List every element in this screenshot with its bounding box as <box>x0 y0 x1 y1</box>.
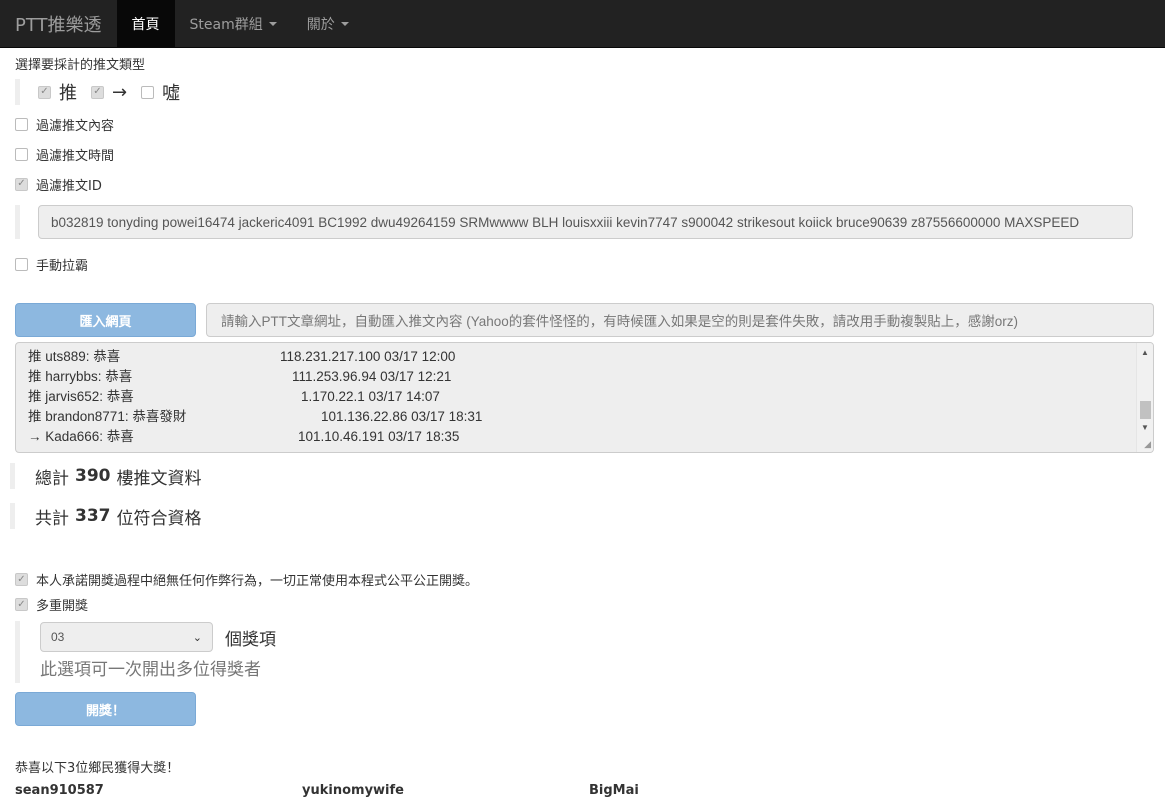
chevron-down-icon: ⌄ <box>192 631 202 644</box>
winner-name: yukinomywife <box>302 783 404 798</box>
filter-id-block: b032819 tonyding powei16474 jackeric4091… <box>15 205 1154 239</box>
multi-draw-row[interactable]: ✓ 多重開獎 <box>15 592 1154 617</box>
push-type-arrow[interactable]: ✓ → <box>91 82 127 103</box>
filter-content-label: 過濾推文內容 <box>36 118 115 134</box>
comment-meta: 1.170.22.1 03/17 14:07 <box>301 389 440 404</box>
brand-logo[interactable]: PTT推樂透 <box>0 0 117 47</box>
comments-textarea[interactable]: 推 uts889: 恭喜 118.231.217.100 03/17 12:00 推… <box>15 342 1154 453</box>
filter-id-checkbox[interactable]: ✓ <box>15 177 28 191</box>
total-count: 390 <box>75 466 111 486</box>
import-page-button[interactable]: 匯入網頁 <box>15 303 196 337</box>
winner-name: BigMai <box>589 783 639 798</box>
push-label: 推 <box>59 83 77 104</box>
pledge-row[interactable]: ✓ 本人承諾開獎過程中絕無任何作弊行為，一切正常使用本程式公平公正開獎。 <box>15 567 1154 592</box>
comment-text: 推 brandon8771: 恭喜發財 <box>28 409 187 424</box>
nav-about[interactable]: 關於 <box>292 0 364 47</box>
push-type-boo[interactable]: 噓 <box>141 79 180 105</box>
scroll-up-icon[interactable]: ▲ <box>1137 345 1153 359</box>
eligible-count-stat: 共計 337 位符合資格 <box>10 503 1154 529</box>
eligible-count: 337 <box>75 506 111 526</box>
multi-draw-checkbox[interactable]: ✓ <box>15 598 28 611</box>
nav-steam-group[interactable]: Steam群組 <box>175 0 292 47</box>
resize-handle-icon[interactable]: ◢ <box>1144 439 1151 450</box>
filter-id-label: 過濾推文ID <box>36 178 102 194</box>
caret-down-icon <box>340 21 349 26</box>
filter-id-row[interactable]: ✓ 過濾推文ID <box>15 169 1154 199</box>
manual-slot-row[interactable]: 手動拉霸 <box>15 249 1154 279</box>
pledge-checkbox[interactable]: ✓ <box>15 573 28 586</box>
scroll-down-icon[interactable]: ▼ <box>1137 420 1153 434</box>
nav-home-label: 首頁 <box>131 16 160 33</box>
manual-slot-label: 手動拉霸 <box>36 258 89 274</box>
import-row: 匯入網頁 請輸入PTT文章網址，自動匯入推文內容 (Yahoo的套件怪怪的，有時… <box>15 303 1154 337</box>
navbar: PTT推樂透 首頁 Steam群組 關於 <box>0 0 1165 48</box>
textarea-scrollbar[interactable]: ▲ ▼ <box>1136 343 1153 452</box>
arrow-checkbox[interactable]: ✓ <box>91 85 104 99</box>
filter-id-input[interactable]: b032819 tonyding powei16474 jackeric4091… <box>38 205 1133 239</box>
comment-line: → Kada666: 恭喜 101.10.46.191 03/17 18:35 <box>28 427 1133 447</box>
comment-meta: 118.231.217.100 03/17 12:00 <box>280 349 456 364</box>
filter-time-row[interactable]: 過濾推文時間 <box>15 139 1154 169</box>
comment-text: 推 harrybbs: 恭喜 <box>28 369 133 384</box>
draw-button[interactable]: 開獎！ <box>15 692 196 726</box>
nav-steam-label: Steam群組 <box>189 16 263 33</box>
boo-checkbox[interactable] <box>141 85 155 99</box>
comment-meta: 101.10.46.191 03/17 18:35 <box>298 429 460 444</box>
push-type-push[interactable]: ✓ 推 <box>38 79 77 105</box>
pledge-label: 本人承諾開獎過程中絕無任何作弊行為，一切正常使用本程式公平公正開獎。 <box>36 574 479 589</box>
multi-draw-block: 03 ⌄ 個獎項 此選項可一次開出多位得獎者 <box>15 621 1154 683</box>
nav-home[interactable]: 首頁 <box>116 0 175 47</box>
comment-meta: 101.136.22.86 03/17 18:31 <box>321 409 483 424</box>
manual-slot-checkbox[interactable] <box>15 257 28 271</box>
push-type-options: ✓ 推 ✓ → 噓 <box>15 79 1154 105</box>
comments-lines: 推 uts889: 恭喜 118.231.217.100 03/17 12:00 推… <box>28 347 1133 447</box>
arrow-label: → <box>112 81 128 103</box>
comment-line: 推 uts889: 恭喜 118.231.217.100 03/17 12:00 <box>28 347 1133 367</box>
comment-line: 推 harrybbs: 恭喜 111.253.96.94 03/17 12:21 <box>28 367 1133 387</box>
filter-time-checkbox[interactable] <box>15 147 28 161</box>
winner-name: sean910587 <box>15 783 104 798</box>
filter-content-row[interactable]: 過濾推文內容 <box>15 109 1154 139</box>
nav-about-label: 關於 <box>306 16 335 33</box>
boo-label: 噓 <box>162 83 181 104</box>
ptt-url-input[interactable]: 請輸入PTT文章網址，自動匯入推文內容 (Yahoo的套件怪怪的，有時候匯入如果… <box>206 303 1154 337</box>
main-content: 選擇要採計的推文類型 ✓ 推 ✓ → 噓 過濾推文內容 過濾推文時間 ✓ 過濾推文ID… <box>0 54 1165 798</box>
comment-line: 推 jarvis652: 恭喜 1.170.22.1 03/17 14:07 <box>28 387 1133 407</box>
push-type-label: 選擇要採計的推文類型 <box>15 58 146 73</box>
multi-draw-help: 此選項可一次開出多位得獎者 <box>40 660 261 680</box>
comment-text: 推 jarvis652: 恭喜 <box>28 389 134 404</box>
filter-content-checkbox[interactable] <box>15 117 28 131</box>
total-count-stat: 總計 390 樓推文資料 <box>10 463 1154 489</box>
congrats-message: 恭喜以下3位鄉民獲得大獎！ <box>15 761 180 776</box>
comment-text: → Kada666: 恭喜 <box>28 429 134 444</box>
prize-count-row: 03 ⌄ 個獎項 <box>40 621 1154 652</box>
prize-count-select[interactable]: 03 ⌄ <box>40 622 213 652</box>
comment-text: 推 uts889: 恭喜 <box>28 349 121 364</box>
comment-meta: 111.253.96.94 03/17 12:21 <box>292 369 452 384</box>
total-prefix: 總計 <box>35 468 69 489</box>
caret-down-icon <box>268 21 277 26</box>
push-checkbox[interactable]: ✓ <box>38 85 51 99</box>
winners-list: sean910587 yukinomywife BigMai <box>15 783 1154 798</box>
multi-draw-label: 多重開獎 <box>36 599 89 614</box>
comment-line: 推 brandon8771: 恭喜發財 101.136.22.86 03/17 1… <box>28 407 1133 427</box>
prize-count-unit: 個獎項 <box>225 629 276 650</box>
prize-count-value: 03 <box>51 630 65 644</box>
eligible-suffix: 位符合資格 <box>116 508 202 529</box>
scroll-thumb[interactable] <box>1140 401 1151 419</box>
eligible-prefix: 共計 <box>35 508 69 529</box>
total-suffix: 樓推文資料 <box>116 468 202 489</box>
filter-time-label: 過濾推文時間 <box>36 148 115 164</box>
